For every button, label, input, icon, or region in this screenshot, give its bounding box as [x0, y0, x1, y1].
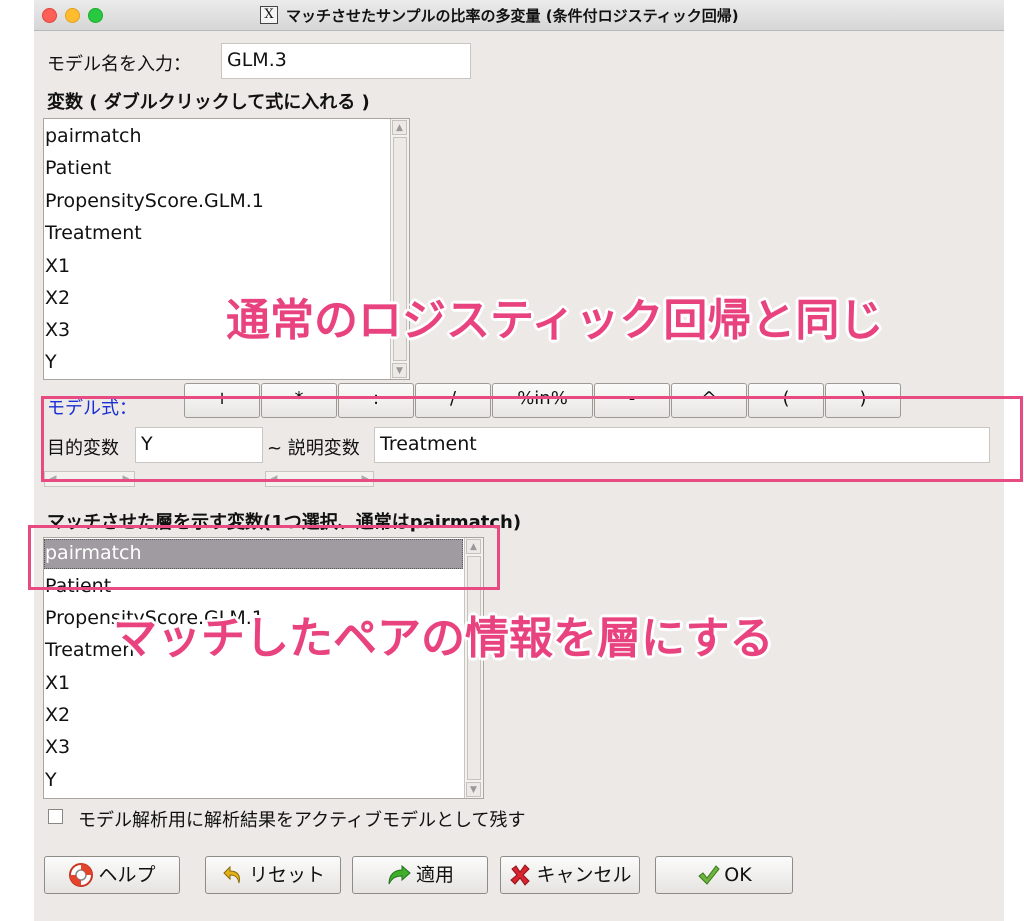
redo-arrow-icon: [388, 864, 411, 885]
variable-item[interactable]: Y: [45, 351, 57, 373]
lifebuoy-icon: [69, 863, 94, 887]
formula-highlight-box: [41, 396, 1023, 482]
reset-button[interactable]: リセット: [205, 856, 341, 894]
variable-item[interactable]: Patient: [45, 157, 111, 179]
variable-item[interactable]: PropensityScore.GLM.1: [45, 190, 264, 212]
variable-item[interactable]: X1: [45, 255, 70, 277]
strata-item[interactable]: Y: [45, 769, 57, 791]
strata-item[interactable]: X2: [45, 704, 70, 726]
checkmark-icon: [698, 865, 720, 885]
variable-item[interactable]: X2: [45, 287, 70, 309]
zoom-window-button[interactable]: [88, 8, 103, 23]
scroll-down-arrow-icon[interactable]: ▼: [466, 782, 481, 797]
ok-button-label: OK: [724, 864, 752, 886]
strata-highlight-box: [28, 525, 500, 590]
model-name-input[interactable]: GLM.3: [221, 43, 471, 79]
cancel-button-label: キャンセル: [536, 864, 632, 886]
help-button[interactable]: ヘルプ: [44, 856, 180, 894]
undo-arrow-icon: [223, 865, 240, 884]
reset-button-label: リセット: [248, 864, 325, 886]
strata-annotation: マッチしたペアの情報を層にする: [113, 613, 774, 664]
variable-item[interactable]: Treatment: [45, 222, 142, 244]
strata-item[interactable]: X1: [45, 672, 70, 694]
x11-icon: X: [260, 6, 278, 24]
formula-annotation: 通常のロジスティック回帰と同じ: [226, 295, 884, 346]
minimize-window-button[interactable]: [65, 8, 80, 23]
variable-item[interactable]: X3: [45, 319, 70, 341]
title-bar: X マッチさせたサンプルの比率の多変量 (条件付ロジスティック回帰): [34, 0, 1004, 31]
apply-button-label: 適用: [415, 864, 454, 886]
apply-button[interactable]: 適用: [352, 856, 488, 894]
keep-model-checkbox[interactable]: [48, 809, 63, 824]
help-button-label: ヘルプ: [98, 864, 156, 886]
scroll-up-arrow-icon[interactable]: ▲: [392, 120, 407, 135]
keep-model-label: モデル解析用に解析結果をアクティブモデルとして残す: [78, 810, 526, 831]
window-title: マッチさせたサンプルの比率の多変量 (条件付ロジスティック回帰): [286, 7, 739, 25]
cancel-button[interactable]: キャンセル: [500, 856, 640, 894]
scroll-down-arrow-icon[interactable]: ▼: [392, 363, 407, 378]
variables-label: 変数 ( ダブルクリックして式に入れる ): [47, 92, 370, 113]
x-mark-icon: [510, 864, 531, 886]
close-window-button[interactable]: [42, 8, 57, 23]
ok-button[interactable]: OK: [655, 856, 793, 894]
strata-item[interactable]: X3: [45, 736, 70, 758]
model-name-label: モデル名を入力：: [47, 54, 191, 75]
variable-item[interactable]: pairmatch: [45, 125, 142, 147]
